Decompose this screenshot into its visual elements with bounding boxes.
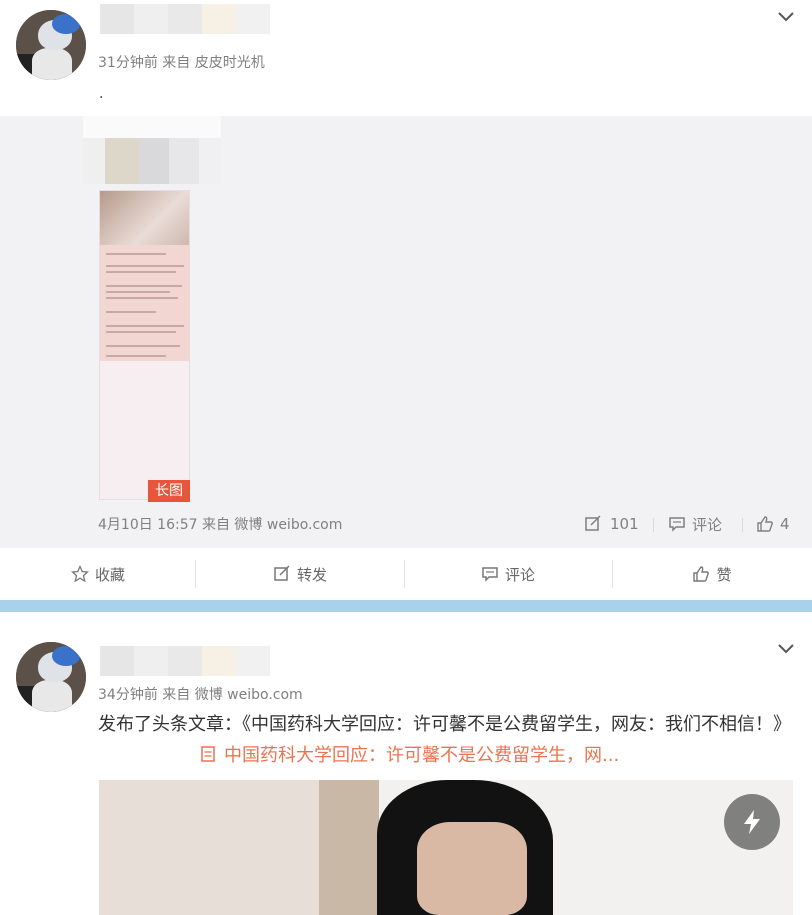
post-action-bar: 收藏 转发 评论 赞	[0, 548, 812, 600]
post-meta: 34分钟前 来自 微博 weibo.com	[98, 687, 303, 703]
retweet-author-pixelated	[83, 116, 221, 184]
retweet-repost-count[interactable]: 101	[584, 514, 639, 534]
thumbs-up-icon	[693, 566, 710, 582]
retweet-meta[interactable]: 4月10日 16:57 来自 微博 weibo.com	[98, 514, 342, 534]
weibo-post: 34分钟前 来自 微博 weibo.com 发布了头条文章：《中国药科大学回应：…	[0, 612, 812, 915]
comment-label: 评论	[504, 565, 535, 584]
retweet-block[interactable]: 长图 4月10日 16:57 来自 微博 weibo.com 101 评论 4	[0, 116, 812, 548]
retweet-comment-button[interactable]: 评论	[668, 514, 722, 534]
like-label: 赞	[716, 565, 732, 584]
username-pixelated[interactable]	[100, 646, 270, 676]
article-cover-image[interactable]	[99, 780, 793, 915]
article-link-label: 中国药科大学回应：许可馨不是公费留学生，网...	[224, 745, 620, 766]
repost-label: 转发	[296, 565, 327, 584]
long-image-badge: 长图	[148, 480, 190, 502]
feed-divider	[0, 600, 812, 612]
repost-button[interactable]: 转发	[196, 548, 404, 600]
comment-icon	[669, 517, 685, 532]
comment-label: 评论	[692, 515, 723, 534]
username-pixelated[interactable]	[100, 4, 270, 34]
repost-icon	[585, 515, 601, 531]
like-button[interactable]: 赞	[612, 548, 812, 600]
post-text: .	[99, 86, 104, 102]
repost-icon	[274, 565, 290, 581]
chevron-down-icon[interactable]	[776, 642, 796, 656]
user-avatar[interactable]	[16, 642, 86, 712]
long-image-thumbnail[interactable]	[99, 190, 190, 500]
article-icon	[201, 746, 215, 762]
star-icon	[70, 565, 89, 583]
comment-button[interactable]: 评论	[404, 548, 612, 600]
post-text: 发布了头条文章：《中国药科大学回应：许可馨不是公费留学生，网友：我们不相信！》	[98, 714, 791, 735]
thumbs-up-icon	[757, 516, 773, 532]
chevron-down-icon[interactable]	[776, 10, 796, 24]
favorite-label: 收藏	[94, 565, 125, 584]
retweet-like-count[interactable]: 4	[756, 514, 790, 534]
lightning-icon[interactable]	[724, 794, 780, 850]
favorite-button[interactable]: 收藏	[0, 548, 196, 600]
comment-icon	[482, 567, 498, 582]
like-count: 4	[780, 515, 790, 533]
repost-count: 101	[610, 515, 639, 533]
user-avatar[interactable]	[16, 10, 86, 80]
article-link[interactable]: 中国药科大学回应：许可馨不是公费留学生，网...	[200, 741, 619, 767]
weibo-post: 31分钟前 来自 皮皮时光机 . 长图 4月10日 16:57 来自 微博 we…	[0, 0, 812, 600]
post-meta: 31分钟前 来自 皮皮时光机	[98, 55, 265, 71]
